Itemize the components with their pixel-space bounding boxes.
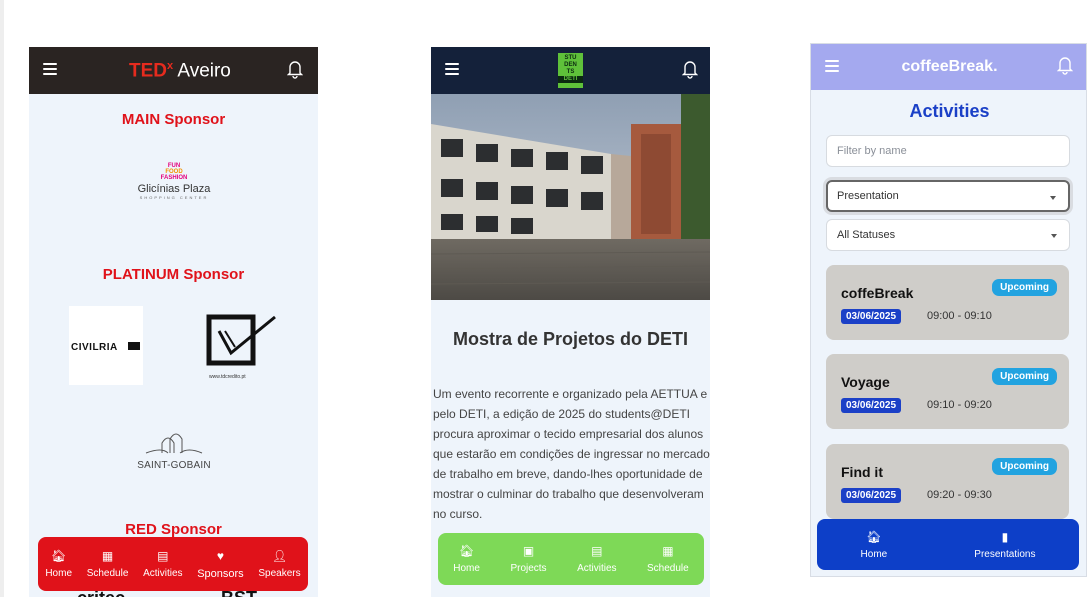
- nav-schedule[interactable]: ▦ Schedule: [87, 549, 129, 579]
- saint-gobain-name: SAINT-GOBAIN: [137, 460, 211, 471]
- students-deti-logo: STU DEN TS DETI: [558, 53, 583, 88]
- brand-line: STU: [564, 55, 577, 61]
- brand-city: Aveiro: [177, 60, 231, 82]
- nav-label: Activities: [143, 568, 183, 579]
- bell-icon[interactable]: [682, 59, 698, 79]
- date-badge: 03/06/2025: [841, 309, 902, 324]
- tdc-credito-logo[interactable]: www.tdcredito.pt: [205, 311, 283, 383]
- nav-home[interactable]: 🏠︎ Home: [45, 549, 72, 579]
- coffeebreak-phone-screen: coffeeBreak. Activities Filter by name P…: [810, 43, 1087, 577]
- status-badge: Upcoming: [992, 279, 1057, 296]
- glicinias-tagline-fashion: FASHION: [160, 175, 188, 181]
- status-select[interactable]: All Statuses: [826, 219, 1070, 251]
- image-icon: ▣: [522, 544, 535, 558]
- activity-name: Find it: [841, 464, 883, 480]
- brand-line: DEN: [564, 62, 577, 68]
- page-edge: [0, 0, 4, 597]
- event-description: Um evento recorrente e organizado pela A…: [433, 387, 710, 521]
- bottom-nav: 🏠︎ Home ▣ Projects ▤ Activities ▦ Schedu…: [438, 533, 704, 585]
- tdc-url: www.tdcredito.pt: [209, 374, 246, 380]
- select-value: Presentation: [837, 190, 899, 202]
- coffeebreak-logo: coffeeBreak.: [901, 58, 998, 75]
- activity-name: Voyage: [841, 374, 890, 390]
- nav-activities[interactable]: ▤ Activities: [577, 544, 616, 574]
- saint-gobain-arch-icon: [145, 433, 203, 454]
- brand-line: DETI: [558, 76, 583, 83]
- page-title: Mostra de Projetos do DETI: [452, 329, 689, 349]
- menu-icon[interactable]: [445, 63, 459, 75]
- bell-icon[interactable]: [1057, 55, 1073, 75]
- nav-presentations[interactable]: ▮ Presentations: [974, 530, 1035, 560]
- nav-label: Sponsors: [197, 567, 244, 580]
- nav-home[interactable]: 🏠︎ Home: [861, 530, 888, 560]
- tedx-phone-screen: TEDx Aveiro MAIN Sponsor FUN FOOD FASHIO…: [29, 47, 318, 597]
- filter-name-input[interactable]: Filter by name: [826, 135, 1070, 167]
- user-icon: 👤︎: [271, 549, 288, 563]
- nav-label: Projects: [510, 563, 547, 574]
- glicinias-plaza-logo[interactable]: FUN FOOD FASHION Glicínias Plaza SHOPPIN…: [134, 163, 214, 200]
- top-bar: coffeeBreak.: [811, 44, 1086, 90]
- select-value: All Statuses: [837, 229, 896, 241]
- nav-activities[interactable]: ▤ Activities: [143, 549, 182, 579]
- nav-label: Activities: [577, 563, 617, 574]
- time-range: 09:20 - 09:30: [927, 489, 992, 501]
- deti-phone-screen: STU DEN TS DETI Mostra de Projetos do DE…: [431, 47, 710, 597]
- brand-ted: TED: [129, 60, 167, 82]
- status-badge: Upcoming: [992, 458, 1057, 475]
- saint-gobain-logo[interactable]: SAINT-GOBAIN: [134, 429, 214, 471]
- file-icon: ▮: [1001, 529, 1009, 544]
- top-bar: STU DEN TS DETI: [431, 47, 710, 94]
- nav-label: Home: [453, 563, 480, 574]
- nav-speakers[interactable]: 👤︎ Speakers: [258, 549, 300, 579]
- section-heading-red: RED Sponsor: [125, 521, 222, 538]
- status-badge: Upcoming: [992, 368, 1057, 385]
- section-heading-platinum: PLATINUM Sponsor: [102, 266, 245, 283]
- calendar-icon: ▦: [662, 544, 674, 558]
- document-icon: ▤: [591, 544, 603, 558]
- nav-label: Presentations: [974, 548, 1036, 560]
- brand-line: TS: [566, 69, 575, 75]
- activity-card[interactable]: Upcoming coffeBreak 03/06/2025 09:00 - 0…: [826, 265, 1069, 340]
- nav-label: Speakers: [258, 568, 301, 579]
- menu-icon[interactable]: [43, 63, 57, 75]
- deti-building-photo: [431, 94, 710, 300]
- bottom-nav: 🏠︎ Home ▦ Schedule ▤ Activities ♥ Sponso…: [38, 537, 308, 591]
- activity-card[interactable]: Upcoming Voyage 03/06/2025 09:10 - 09:20: [826, 354, 1069, 429]
- nav-label: Schedule: [647, 563, 689, 574]
- home-icon: 🏠︎: [458, 544, 475, 558]
- bell-icon[interactable]: [287, 59, 303, 79]
- caret-down-icon: [1050, 196, 1056, 200]
- tdc-check-icon: [206, 314, 276, 366]
- civilria-logo[interactable]: CIVILRIA: [69, 306, 143, 385]
- bottom-nav: 🏠︎ Home ▮ Presentations: [817, 519, 1079, 570]
- time-range: 09:00 - 09:10: [927, 310, 992, 322]
- date-badge: 03/06/2025: [841, 488, 902, 503]
- nav-label: Home: [45, 568, 73, 579]
- calendar-icon: ▦: [101, 549, 114, 563]
- glicinias-name: Glicínias Plaza: [137, 183, 211, 195]
- section-heading-main: MAIN Sponsor: [121, 111, 226, 128]
- time-range: 09:10 - 09:20: [927, 399, 992, 411]
- nav-label: Home: [860, 548, 888, 560]
- nav-sponsors[interactable]: ♥ Sponsors: [197, 549, 243, 580]
- heart-icon: ♥: [216, 548, 224, 563]
- brand-x: x: [167, 60, 174, 72]
- nav-schedule[interactable]: ▦ Schedule: [647, 544, 689, 574]
- page-title: Activities: [909, 101, 990, 121]
- caret-down-icon: [1051, 234, 1057, 238]
- tedx-logo: TEDx Aveiro: [129, 60, 231, 82]
- top-bar: TEDx Aveiro: [29, 47, 318, 94]
- civilria-name: CIVILRIA: [71, 342, 118, 353]
- activity-name: coffeBreak: [841, 285, 914, 301]
- activity-card[interactable]: Upcoming Find it 03/06/2025 09:20 - 09:3…: [826, 444, 1069, 519]
- document-icon: ▤: [157, 549, 169, 563]
- activity-type-select[interactable]: Presentation: [826, 180, 1070, 212]
- nav-projects[interactable]: ▣ Projects: [510, 544, 546, 574]
- date-badge: 03/06/2025: [841, 398, 902, 413]
- nav-home[interactable]: 🏠︎ Home: [453, 544, 480, 574]
- home-icon: 🏠︎: [51, 549, 67, 563]
- home-icon: 🏠︎: [866, 529, 882, 544]
- nav-label: Schedule: [86, 568, 129, 579]
- glicinias-sub: SHOPPING CENTER: [139, 195, 209, 200]
